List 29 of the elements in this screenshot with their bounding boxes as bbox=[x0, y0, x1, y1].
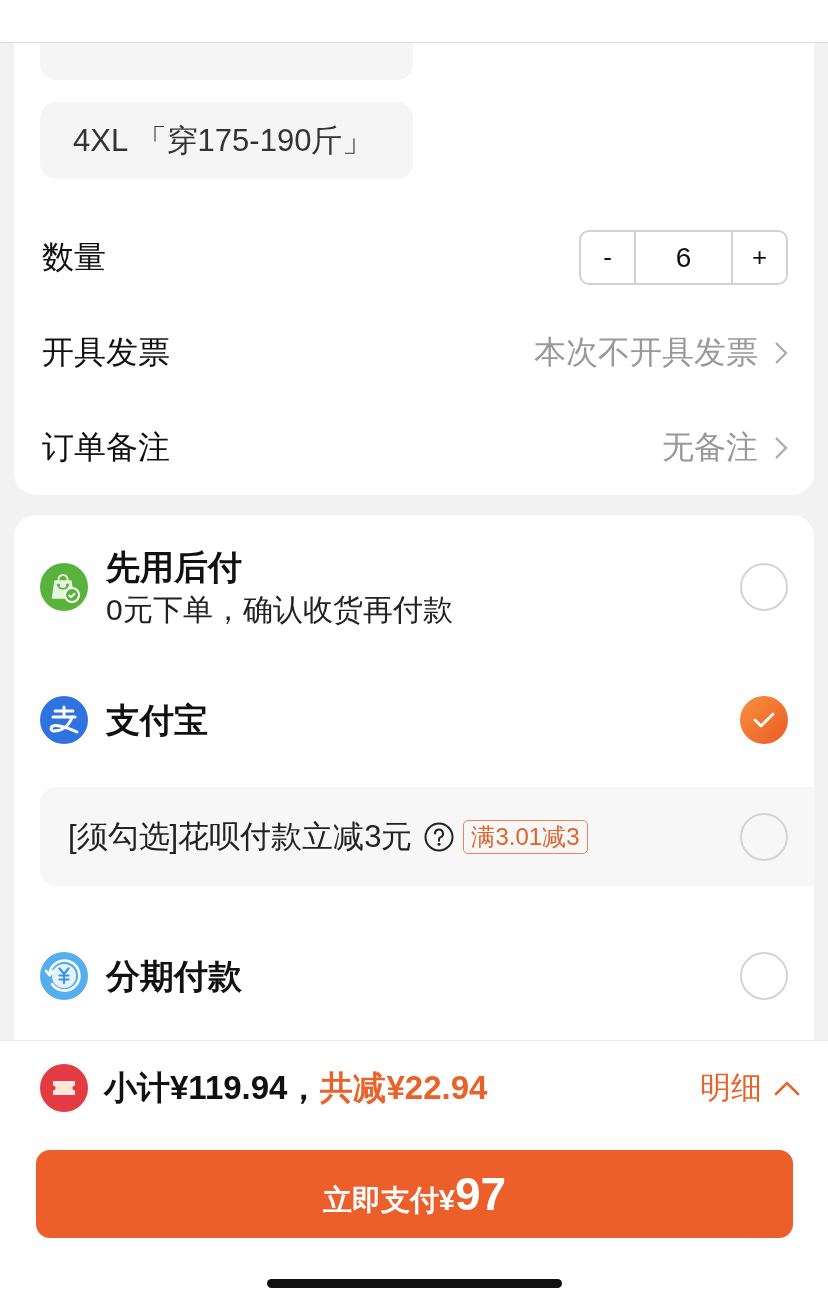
promo-text: [须勾选]花呗付款立减3元 bbox=[68, 817, 413, 856]
yen-cycle-icon bbox=[40, 952, 88, 1000]
decrement-button[interactable]: - bbox=[581, 232, 634, 283]
quantity-label: 数量 bbox=[41, 237, 106, 277]
radio-button[interactable] bbox=[740, 812, 788, 861]
payment-title[interactable]: 支付宝 bbox=[106, 698, 208, 742]
quantity-field[interactable]: 6 bbox=[634, 232, 733, 283]
caret-up-icon bbox=[774, 1080, 800, 1096]
size-option[interactable]: 4XL 「穿175-190斤」 bbox=[40, 102, 413, 179]
radio-button[interactable] bbox=[740, 952, 788, 1000]
discount-tag: 满3.01减3 bbox=[463, 819, 588, 854]
discount-total: 共减¥22.94 bbox=[320, 1067, 488, 1108]
shopping-bag-icon bbox=[40, 563, 88, 611]
radio-button[interactable] bbox=[740, 563, 788, 611]
setting-label: 开具发票 bbox=[41, 332, 170, 372]
payment-title[interactable]: 先用后付 bbox=[106, 546, 242, 589]
payment-title[interactable]: 分期付款 bbox=[106, 954, 242, 998]
subtotal-text: 小计¥119.94， bbox=[104, 1067, 321, 1108]
payment-subtitle: 0元下单，确认收货再付款 bbox=[106, 591, 453, 628]
chevron-right-icon bbox=[774, 435, 788, 460]
increment-button[interactable]: + bbox=[733, 232, 786, 283]
size-option[interactable] bbox=[40, 43, 413, 80]
logo-icon bbox=[40, 696, 88, 744]
chevron-right-icon bbox=[774, 340, 788, 365]
ticket-icon bbox=[40, 1064, 88, 1112]
radio-button[interactable] bbox=[740, 696, 788, 744]
help-icon[interactable] bbox=[424, 821, 455, 852]
setting-label: 订单备注 bbox=[41, 427, 170, 467]
check-icon bbox=[753, 712, 775, 728]
